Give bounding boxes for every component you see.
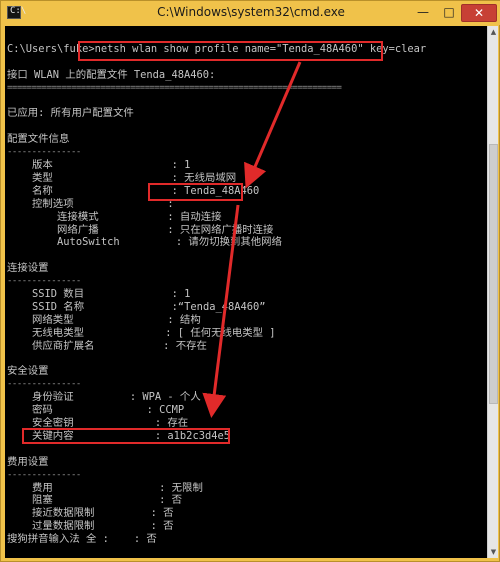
console-line: SSID 名称 :“Tenda_48A460” (7, 300, 266, 313)
console-line: 连接模式 : 自动连接 (7, 210, 222, 223)
command-highlight-box (78, 41, 383, 61)
console-line: 身份验证 : WPA - 个人 (7, 391, 201, 404)
console-line: 版本 : 1 (7, 159, 191, 171)
scroll-down-icon[interactable]: ▼ (488, 546, 499, 558)
console-line: 已应用: 所有用户配置文件 (7, 107, 134, 120)
console-line: 网络广播 : 只在网络广播时连接 (7, 223, 274, 236)
separator-line: --------------- (7, 276, 81, 287)
console-line: SSID 数目 : 1 (7, 288, 191, 300)
console-line: 连接设置 (7, 262, 49, 275)
name-highlight-box (148, 183, 243, 201)
key-content-highlight-box (22, 428, 230, 444)
scroll-thumb[interactable] (489, 144, 498, 404)
console-line: 搜狗拼音输入法 全 : : 否 (7, 533, 157, 546)
separator-line: ========================================… (7, 82, 342, 93)
console-line: 费用设置 (7, 455, 49, 468)
separator-line: --------------- (7, 147, 81, 158)
console-line: 费用 : 无限制 (7, 481, 203, 494)
console-line: 过量数据限制 : 否 (7, 520, 174, 533)
title-bar[interactable]: C:\ C:\Windows\system32\cmd.exe — □ ✕ (1, 1, 500, 25)
close-button[interactable]: ✕ (461, 4, 497, 22)
separator-line: --------------- (7, 469, 81, 480)
console-line: 配置文件信息 (7, 133, 70, 146)
console-line: 安全设置 (7, 365, 49, 378)
separator-line: --------------- (7, 379, 81, 390)
console-line: 阻塞 : 否 (7, 494, 183, 507)
vertical-scrollbar[interactable]: ▲ ▼ (487, 26, 498, 558)
console-line: 接口 WLAN 上的配置文件 Tenda_48A460: (7, 68, 216, 81)
console-line: 密码 : CCMP (7, 404, 185, 417)
console-output[interactable]: 搜狗拼音输入法 全 : : 否 过量数据限制 : 否 接近数据限制 : 否 阻塞… (5, 26, 487, 558)
console-line: 网络类型 : 结构 (7, 313, 201, 326)
console-line: 供应商扩展名 : 不存在 (7, 339, 207, 352)
maximize-button[interactable]: □ (439, 4, 459, 22)
console-line: AutoSwitch : 请勿切换到其他网络 (7, 236, 282, 249)
console-line: 无线电类型 : [ 任何无线电类型 ] (7, 326, 276, 339)
minimize-button[interactable]: — (410, 4, 436, 22)
scroll-up-icon[interactable]: ▲ (488, 26, 499, 38)
console-line: 接近数据限制 : 否 (7, 507, 174, 520)
